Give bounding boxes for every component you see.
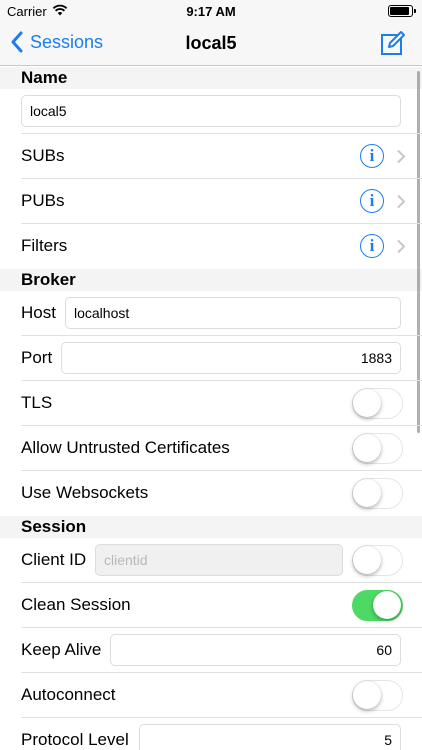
tls-row: TLS bbox=[21, 381, 422, 426]
untrusted-certificates-label: Allow Untrusted Certificates bbox=[21, 438, 230, 457]
subs-label: SUBs bbox=[21, 146, 65, 165]
info-icon[interactable]: i bbox=[360, 189, 384, 213]
host-field[interactable]: localhost bbox=[65, 297, 401, 329]
autoconnect-row: Autoconnect bbox=[21, 673, 422, 718]
info-icon[interactable]: i bbox=[360, 234, 384, 258]
filters-row[interactable]: Filters i bbox=[21, 224, 422, 269]
untrusted-certificates-row: Allow Untrusted Certificates bbox=[21, 426, 422, 471]
keep-alive-field[interactable]: 60 bbox=[110, 634, 401, 666]
client-id-row: Client ID clientid bbox=[21, 538, 422, 583]
websockets-label: Use Websockets bbox=[21, 483, 149, 502]
section-header-broker: Broker bbox=[0, 269, 422, 291]
page-title: local5 bbox=[185, 33, 237, 53]
chevron-right-icon bbox=[397, 149, 406, 164]
filters-label: Filters bbox=[21, 236, 68, 255]
status-time: 9:17 AM bbox=[186, 4, 236, 19]
protocol-level-row: Protocol Level 5 bbox=[21, 718, 422, 750]
switch-knob bbox=[353, 546, 381, 574]
port-field[interactable]: 1883 bbox=[61, 342, 401, 374]
protocol-level-label: Protocol Level bbox=[21, 730, 129, 749]
switch-knob bbox=[353, 681, 381, 709]
clean-session-label: Clean Session bbox=[21, 595, 131, 614]
compose-icon[interactable] bbox=[380, 30, 406, 56]
clean-session-switch[interactable] bbox=[352, 590, 403, 621]
clean-session-row: Clean Session bbox=[21, 583, 422, 628]
subs-row[interactable]: SUBs i bbox=[21, 134, 422, 179]
chevron-right-icon bbox=[397, 239, 406, 254]
client-id-label: Client ID bbox=[21, 550, 87, 569]
port-row: Port 1883 bbox=[21, 336, 422, 381]
switch-knob bbox=[353, 434, 381, 462]
pubs-row[interactable]: PUBs i bbox=[21, 179, 422, 224]
client-id-switch[interactable] bbox=[352, 545, 403, 576]
tls-switch[interactable] bbox=[352, 388, 403, 419]
navigation-bar: Sessions local5 bbox=[0, 22, 422, 66]
info-icon[interactable]: i bbox=[360, 144, 384, 168]
section-header-name: Name bbox=[0, 67, 422, 89]
untrusted-certificates-switch[interactable] bbox=[352, 433, 403, 464]
websockets-switch[interactable] bbox=[352, 478, 403, 509]
switch-knob bbox=[373, 591, 401, 619]
host-row: Host localhost bbox=[21, 291, 422, 336]
name-row: local5 bbox=[21, 89, 422, 134]
switch-knob bbox=[353, 479, 381, 507]
port-label: Port bbox=[21, 348, 53, 367]
battery-icon bbox=[388, 5, 416, 17]
websockets-row: Use Websockets bbox=[21, 471, 422, 516]
section-header-session: Session bbox=[0, 516, 422, 538]
settings-list[interactable]: Name local5 SUBs i PUBs i Filters i Brok… bbox=[0, 67, 422, 750]
name-field[interactable]: local5 bbox=[21, 95, 401, 127]
keep-alive-row: Keep Alive 60 bbox=[21, 628, 422, 673]
tls-label: TLS bbox=[21, 393, 53, 412]
host-label: Host bbox=[21, 303, 56, 322]
status-bar: Carrier 9:17 AM bbox=[0, 0, 422, 22]
chevron-right-icon bbox=[397, 194, 406, 209]
autoconnect-switch[interactable] bbox=[352, 680, 403, 711]
pubs-label: PUBs bbox=[21, 191, 65, 210]
autoconnect-label: Autoconnect bbox=[21, 685, 116, 704]
client-id-field[interactable]: clientid bbox=[95, 544, 343, 576]
switch-knob bbox=[353, 389, 381, 417]
protocol-level-field[interactable]: 5 bbox=[139, 724, 401, 750]
keep-alive-label: Keep Alive bbox=[21, 640, 102, 659]
